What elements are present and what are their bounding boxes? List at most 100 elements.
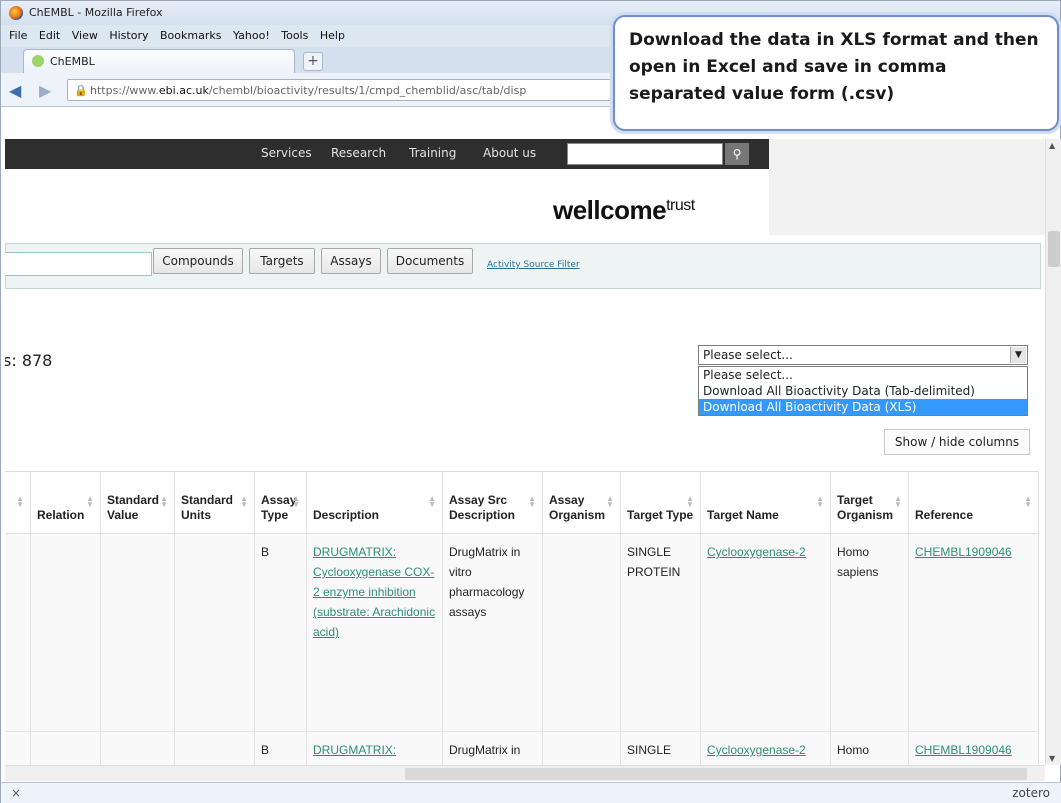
table-cell: Cyclooxygenase-2	[701, 534, 831, 731]
sort-icon: ▲ ▼	[428, 494, 436, 509]
table-cell: DRUGMATRIX: Cyclooxygenase COX-2 enzyme …	[307, 534, 443, 731]
lock-icon: 🔒	[74, 84, 88, 97]
sort-icon: ▲ ▼	[894, 494, 902, 509]
status-bar: × zotero	[1, 782, 1061, 803]
sort-icon: ▲ ▼	[816, 494, 824, 509]
browser-window: ChEMBL - Mozilla Firefox File Edit View …	[0, 0, 1061, 803]
table-cell: Homo sapiens	[831, 534, 909, 731]
callout-text: Download the data in XLS format and then…	[629, 30, 1039, 104]
sort-icon: ▲ ▼	[606, 494, 614, 509]
option-download-tab-delimited[interactable]: Download All Bioactivity Data (Tab-delim…	[699, 383, 1027, 399]
column-header-target-organism[interactable]: Target Organism ▲ ▼	[831, 472, 909, 534]
table-cell	[5, 732, 31, 765]
column-header-description[interactable]: Description ▲ ▼	[307, 472, 443, 534]
horizontal-scrollbar[interactable]	[5, 765, 1045, 781]
firefox-icon	[9, 6, 23, 20]
tab-chembl[interactable]: ChEMBL	[23, 49, 295, 73]
wellcome-trust-logo: wellcometrust	[553, 195, 695, 225]
window-title: ChEMBL - Mozilla Firefox	[29, 6, 163, 19]
menu-history[interactable]: History	[109, 29, 148, 42]
search-icon[interactable]: ⚲	[725, 143, 749, 165]
table-cell	[101, 534, 175, 731]
url-bar[interactable]: 🔒 https://www.ebi.ac.uk/chembl/bioactivi…	[67, 79, 627, 101]
column-header-assay-organism[interactable]: Assay Organism ▲ ▼	[543, 472, 621, 534]
column-header-relation[interactable]: Relation ▲ ▼	[31, 472, 101, 534]
forward-arrow-icon[interactable]: ▶	[39, 81, 51, 100]
header-side-panel	[769, 139, 1045, 169]
vertical-scrollbar[interactable]: ▲ ▼	[1045, 139, 1061, 765]
table-cell: CHEMBL1909046	[909, 534, 1039, 731]
assays-button[interactable]: Assays	[321, 248, 381, 274]
table-cell	[31, 534, 101, 731]
table-cell	[31, 732, 101, 765]
table-cell: CHEMBL1909046	[909, 732, 1039, 765]
zotero-addon-icon[interactable]: zotero	[1012, 786, 1050, 800]
download-select-value: Please select...	[703, 348, 793, 362]
reference-link[interactable]: CHEMBL1909046	[915, 545, 1012, 559]
sort-icon: ▲ ▼	[686, 494, 694, 509]
table-cell	[175, 534, 255, 731]
compounds-button[interactable]: Compounds	[153, 248, 243, 274]
nav-research[interactable]: Research	[331, 146, 386, 160]
target-name-link[interactable]: Cyclooxygenase-2	[707, 743, 806, 757]
table-cell: DRUGMATRIX:	[307, 732, 443, 765]
chembl-search-input[interactable]	[5, 252, 152, 276]
column-header-assay-type[interactable]: Assay Type ▲ ▼	[255, 472, 307, 534]
sort-icon: ▲ ▼	[1024, 494, 1032, 509]
sort-icon: ▲ ▼	[528, 494, 536, 509]
instruction-callout: Download the data in XLS format and then…	[613, 15, 1059, 131]
table-cell: SINGLE PROTEIN	[621, 534, 701, 731]
nav-training[interactable]: Training	[409, 146, 456, 160]
chevron-down-icon[interactable]: ▼	[1010, 347, 1026, 363]
option-please-select[interactable]: Please select...	[699, 367, 1027, 383]
close-icon[interactable]: ×	[11, 786, 21, 800]
menu-file[interactable]: File	[9, 29, 27, 42]
table-cell	[543, 534, 621, 731]
sort-icon: ▲ ▼	[86, 494, 94, 509]
description-link[interactable]: DRUGMATRIX: Cyclooxygenase COX-2 enzyme …	[313, 545, 435, 639]
scroll-down-icon[interactable]: ▼	[1049, 754, 1055, 763]
column-header-standard-value[interactable]: Standard Value ▲ ▼	[101, 472, 175, 534]
download-select[interactable]: Please select... ▼	[698, 345, 1028, 365]
bioactivity-table: ▲ ▼ Relation ▲ ▼ Standard Value ▲ ▼ Standard …	[5, 471, 1039, 765]
scroll-up-icon[interactable]: ▲	[1049, 141, 1055, 150]
documents-button[interactable]: Documents	[387, 248, 473, 274]
horizontal-scroll-thumb[interactable]	[405, 768, 1027, 780]
column-header-target-name[interactable]: Target Name ▲ ▼	[701, 472, 831, 534]
column-header-assay-src-description[interactable]: Assay Src Description ▲ ▼	[443, 472, 543, 534]
column-header-standard-units[interactable]: Standard Units ▲ ▼	[175, 472, 255, 534]
table-row: B DRUGMATRIX: DrugMatrix in SINGLE Cyclo…	[5, 732, 1039, 765]
option-download-xls[interactable]: Download All Bioactivity Data (XLS)	[699, 399, 1027, 415]
menu-bookmarks[interactable]: Bookmarks	[160, 29, 221, 42]
table-cell: Homo	[831, 732, 909, 765]
menu-help[interactable]: Help	[320, 29, 345, 42]
description-link[interactable]: DRUGMATRIX:	[313, 743, 396, 757]
menu-view[interactable]: View	[72, 29, 98, 42]
column-header-target-type[interactable]: Target Type ▲ ▼	[621, 472, 701, 534]
search-bar: Compounds Targets Assays Documents Activ…	[5, 243, 1041, 289]
sort-icon: ▲ ▼	[16, 494, 24, 509]
back-arrow-icon[interactable]: ◀	[9, 81, 21, 100]
vertical-scroll-thumb[interactable]	[1048, 231, 1060, 267]
new-tab-button[interactable]: +	[303, 52, 323, 71]
table-cell: Cyclooxygenase-2	[701, 732, 831, 765]
table-cell	[5, 534, 31, 731]
table-cell: DrugMatrix in	[443, 732, 543, 765]
menu-edit[interactable]: Edit	[39, 29, 60, 42]
table-cell: DrugMatrix in vitro pharmacology assays	[443, 534, 543, 731]
reference-link[interactable]: CHEMBL1909046	[915, 743, 1012, 757]
nav-about-us[interactable]: About us	[483, 146, 536, 160]
targets-button[interactable]: Targets	[249, 248, 315, 274]
nav-services[interactable]: Services	[261, 146, 312, 160]
menu-yahoo[interactable]: Yahoo!	[233, 29, 270, 42]
column-header-hidden[interactable]: ▲ ▼	[5, 472, 31, 534]
activity-source-filter-link[interactable]: Activity Source Filter	[487, 260, 580, 270]
tab-label: ChEMBL	[50, 55, 95, 68]
show-hide-columns-button[interactable]: Show / hide columns	[884, 429, 1030, 455]
target-name-link[interactable]: Cyclooxygenase-2	[707, 545, 806, 559]
results-count: s: 878	[5, 351, 53, 370]
menu-tools[interactable]: Tools	[281, 29, 308, 42]
sort-icon: ▲ ▼	[292, 494, 300, 509]
column-header-reference[interactable]: Reference ▲ ▼	[909, 472, 1039, 534]
site-search-input[interactable]	[567, 143, 723, 165]
